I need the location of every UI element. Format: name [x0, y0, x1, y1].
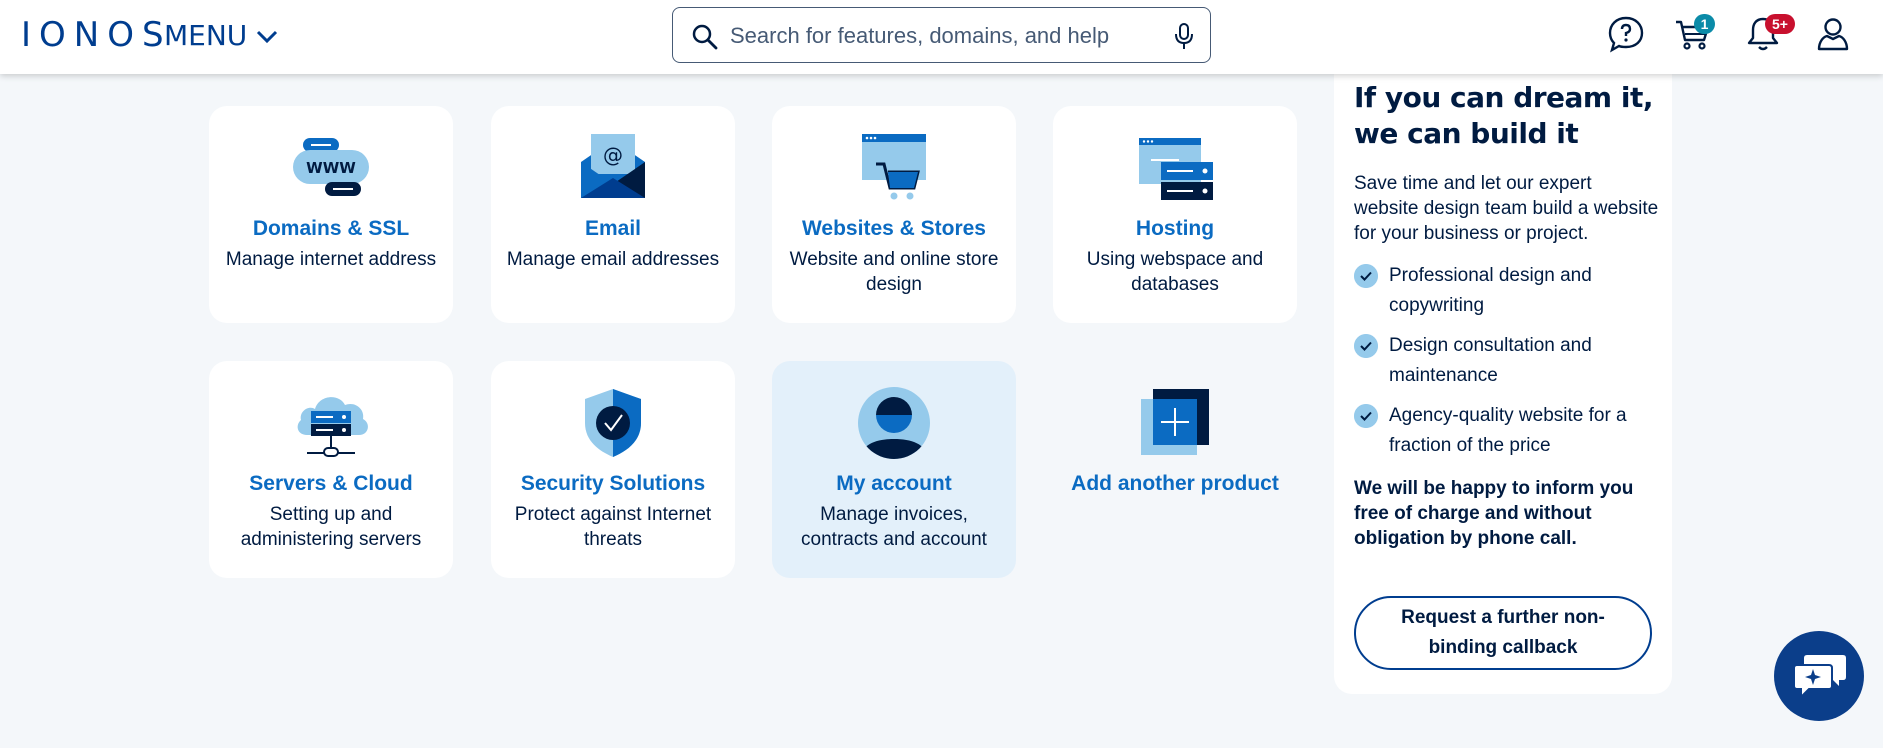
- benefit-text: Design consultation and maintenance: [1389, 335, 1592, 386]
- list-item: Professional design and copywriting: [1354, 261, 1659, 331]
- promo-intro: Save time and let our expert website des…: [1354, 173, 1659, 244]
- account-icon: [858, 387, 930, 459]
- benefit-text: Agency-quality website for a fraction of…: [1389, 405, 1627, 456]
- tile-description: Manage invoices, contracts and account: [801, 504, 987, 550]
- tile-description: Protect against Internet threats: [514, 504, 712, 550]
- hosting-icon: [1139, 138, 1213, 200]
- design-service-promo-card: If you can dream it, we can build it Sav…: [1334, 74, 1672, 694]
- tile-title: Security Solutions: [520, 472, 706, 495]
- svg-text:@: @: [603, 143, 623, 167]
- tile-security-solutions[interactable]: Security Solutions Protect against Inter…: [491, 361, 735, 578]
- tile-websites-stores[interactable]: Websites & Stores Website and online sto…: [772, 106, 1016, 323]
- tile-description: Manage email addresses: [506, 249, 720, 270]
- tile-title: Add another product: [1071, 472, 1279, 495]
- tile-description: Using webspace and databases: [1086, 249, 1264, 295]
- microphone-icon[interactable]: [1174, 22, 1194, 50]
- tile-title: My account: [836, 472, 952, 495]
- cart-badge: 1: [1694, 14, 1715, 34]
- ionos-logo[interactable]: IONOS: [21, 17, 172, 53]
- search-input[interactable]: [730, 20, 1160, 52]
- list-item: Agency-quality website for a fraction of…: [1354, 401, 1659, 471]
- request-callback-button[interactable]: Request a further non-binding callback: [1354, 596, 1652, 670]
- tile-description: Setting up and administering servers: [240, 504, 422, 550]
- tile-title: Hosting: [1135, 217, 1215, 240]
- tile-title: Domains & SSL: [252, 217, 410, 240]
- add-product-icon: [1141, 389, 1209, 455]
- tile-title: Email: [584, 217, 642, 240]
- top-header: IONOS MENU 1 5+: [0, 0, 1883, 74]
- promo-benefits-list: Professional design and copywriting Desi…: [1354, 261, 1659, 471]
- tile-domains-ssl[interactable]: WWW Domains & SSL Manage internet addres…: [209, 106, 453, 323]
- notifications-badge: 5+: [1765, 14, 1795, 34]
- search-icon: [692, 24, 718, 50]
- list-item: Design consultation and maintenance: [1354, 331, 1659, 401]
- tile-description: Website and online store design: [789, 249, 999, 295]
- chevron-down-icon: [257, 30, 278, 44]
- domains-icon: WWW: [293, 138, 369, 196]
- tile-hosting[interactable]: Hosting Using webspace and databases: [1053, 106, 1297, 323]
- user-profile-icon[interactable]: [1813, 14, 1853, 54]
- checkmark-icon: [1354, 334, 1378, 358]
- tile-description: Manage internet address: [225, 249, 437, 270]
- checkmark-icon: [1354, 404, 1378, 428]
- svg-text:WWW: WWW: [306, 159, 356, 177]
- checkmark-icon: [1354, 264, 1378, 288]
- security-shield-icon: [585, 389, 641, 457]
- help-icon[interactable]: [1606, 14, 1646, 54]
- tile-title: Servers & Cloud: [249, 472, 413, 495]
- search-bar[interactable]: [672, 7, 1211, 63]
- tile-title: Websites & Stores: [801, 217, 986, 240]
- menu-label: MENU: [164, 19, 248, 52]
- server-cloud-icon: [297, 397, 368, 457]
- promo-callout: We will be happy to inform you free of c…: [1354, 478, 1634, 549]
- tile-email[interactable]: @ Email Manage email addresses: [491, 106, 735, 323]
- chat-button[interactable]: [1774, 631, 1864, 721]
- promo-heading: If you can dream it, we can build it: [1354, 81, 1653, 150]
- tile-add-another-product[interactable]: Add another product: [1053, 361, 1297, 578]
- benefit-text: Professional design and copywriting: [1389, 265, 1592, 316]
- chat-bubbles-icon: [1793, 655, 1846, 699]
- website-store-icon: [862, 134, 926, 200]
- email-icon: @: [581, 134, 645, 198]
- tile-servers-cloud[interactable]: Servers & Cloud Setting up and administe…: [209, 361, 453, 578]
- menu-button[interactable]: MENU: [164, 20, 279, 52]
- tile-my-account[interactable]: My account Manage invoices, contracts an…: [772, 361, 1016, 578]
